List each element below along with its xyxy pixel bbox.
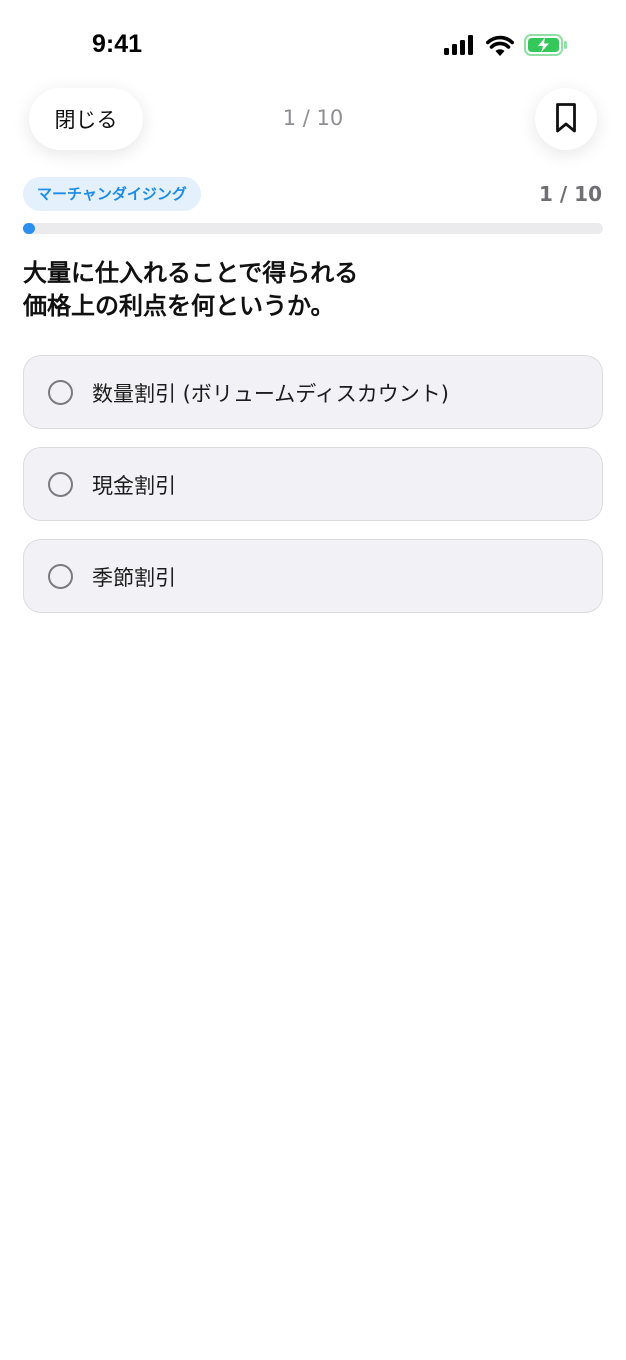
- progress-bar: [23, 223, 603, 234]
- status-icons: [444, 34, 568, 60]
- answer-option[interactable]: 現金割引: [23, 447, 603, 521]
- answer-options: 数量割引 (ボリュームディスカウント) 現金割引 季節割引: [23, 355, 603, 631]
- category-badge: マーチャンダイジング: [23, 177, 201, 211]
- nav-question-counter: 1 / 10: [282, 106, 344, 130]
- progress-fill: [23, 223, 35, 234]
- bookmark-icon: [555, 102, 577, 137]
- progress-counter: 1 / 10: [539, 182, 602, 206]
- question-line-2: 価格上の利点を何というか。: [23, 292, 335, 320]
- answer-option[interactable]: 季節割引: [23, 539, 603, 613]
- answer-option-label: 季節割引: [92, 566, 176, 590]
- question-text: 大量に仕入れることで得られる 価格上の利点を何というか。: [23, 257, 603, 323]
- nav-bar: 閉じる 1 / 10: [0, 88, 626, 152]
- answer-option-label: 現金割引: [92, 474, 176, 498]
- question-line-1: 大量に仕入れることで得られる: [23, 259, 359, 287]
- wifi-icon: [486, 35, 514, 60]
- bookmark-button[interactable]: [535, 88, 597, 150]
- radio-icon[interactable]: [48, 472, 73, 497]
- battery-charging-icon: [524, 34, 568, 60]
- answer-option-label: 数量割引 (ボリュームディスカウント): [92, 382, 449, 406]
- answer-option[interactable]: 数量割引 (ボリュームディスカウント): [23, 355, 603, 429]
- radio-icon[interactable]: [48, 564, 73, 589]
- signal-icon: [444, 35, 476, 59]
- status-bar: 9:41: [0, 0, 626, 80]
- status-time: 9:41: [92, 30, 143, 58]
- radio-icon[interactable]: [48, 380, 73, 405]
- quiz-screen: 9:41 閉じる 1 / 10 マーチャンダイジング 1 / 10 大量に仕入れ…: [0, 0, 626, 1360]
